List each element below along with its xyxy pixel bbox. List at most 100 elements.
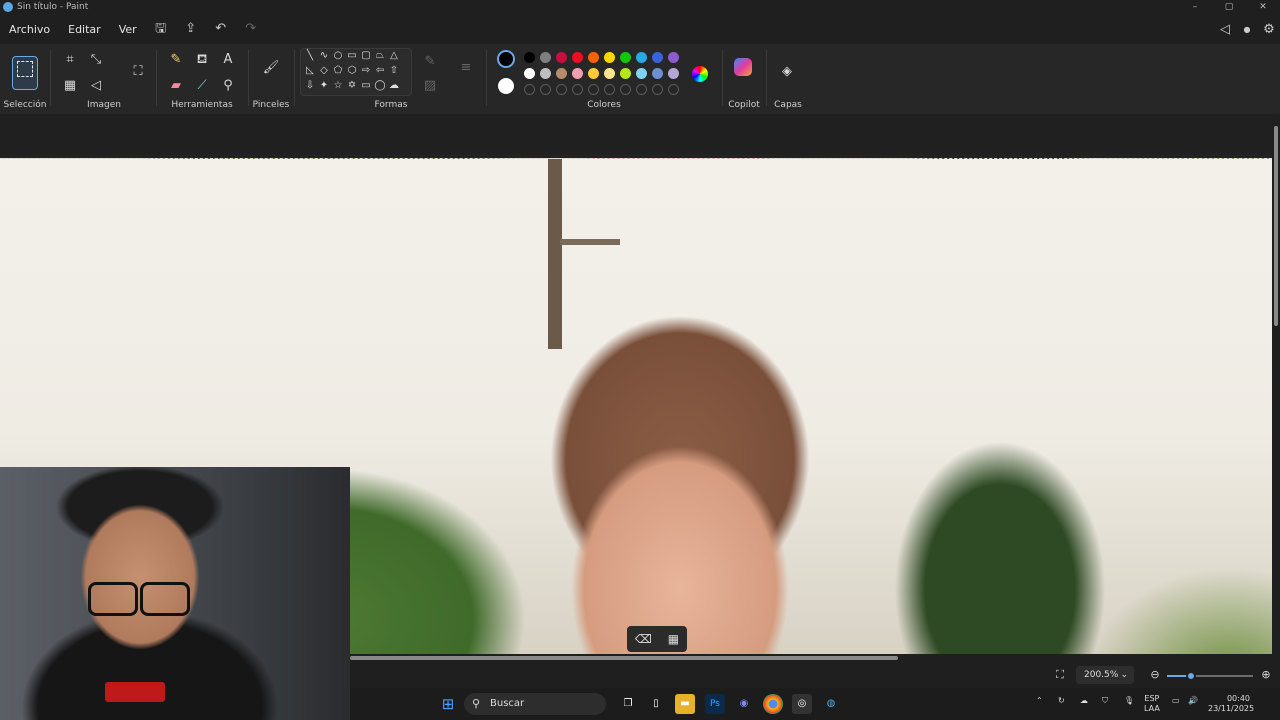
color-swatch[interactable]: [572, 68, 583, 79]
security-icon[interactable]: ⛉: [1102, 696, 1108, 706]
edit-colors-icon[interactable]: [692, 66, 708, 82]
color-swatch[interactable]: [652, 52, 663, 63]
copilot-icon[interactable]: [734, 58, 752, 76]
zoom-in-icon[interactable]: ⊕: [1256, 665, 1276, 685]
zoom-out-icon[interactable]: ⊖: [1145, 665, 1165, 685]
text-icon[interactable]: A: [218, 50, 238, 70]
zoom-slider[interactable]: [1167, 671, 1253, 681]
fill-bucket-icon[interactable]: ⛾: [192, 50, 212, 70]
custom-color-slot[interactable]: [588, 84, 599, 95]
rectangle-shape-icon[interactable]: ▭: [345, 49, 359, 63]
task-view-icon[interactable]: ❐: [618, 694, 638, 714]
menu-ver[interactable]: Ver: [110, 23, 146, 36]
custom-color-slot[interactable]: [636, 84, 647, 95]
horizontal-scrollbar[interactable]: [350, 654, 1272, 662]
triangle-shape-icon[interactable]: △: [387, 49, 401, 63]
fit-to-window-icon[interactable]: ⛶: [1050, 665, 1070, 685]
color-swatch[interactable]: [588, 68, 599, 79]
color-swatch[interactable]: [636, 52, 647, 63]
shape-fill-icon[interactable]: ▨: [420, 76, 440, 96]
horizontal-scroll-thumb[interactable]: [350, 656, 898, 660]
zoom-dropdown[interactable]: 200.5% ⌄: [1076, 666, 1134, 684]
share-icon[interactable]: ⇪: [182, 20, 200, 38]
stroke-size-icon[interactable]: ≡: [456, 58, 476, 78]
down-arrow-shape-icon[interactable]: ⇩: [303, 79, 317, 93]
shape-outline-icon[interactable]: ✎: [420, 52, 440, 72]
four-point-star-shape-icon[interactable]: ✦: [317, 79, 331, 93]
menu-editar[interactable]: Editar: [59, 23, 110, 36]
remove-background-icon[interactable]: ▦: [60, 76, 80, 96]
oval-callout-shape-icon[interactable]: ◯: [373, 79, 387, 93]
taskbar-search[interactable]: ⚲ Buscar: [464, 693, 606, 715]
resize-icon[interactable]: ⤡: [86, 50, 106, 70]
up-arrow-shape-icon[interactable]: ⇧: [387, 64, 401, 78]
right-triangle-shape-icon[interactable]: ◺: [303, 64, 317, 78]
chrome-icon[interactable]: [763, 694, 783, 714]
color-swatch[interactable]: [604, 68, 615, 79]
layers-icon[interactable]: ◈: [777, 62, 797, 82]
rotate-icon[interactable]: ◁: [86, 76, 106, 96]
save-icon[interactable]: 🖫: [152, 20, 170, 38]
redo-icon[interactable]: ↷: [242, 20, 260, 38]
app-pinned-icon[interactable]: ▯: [646, 694, 666, 714]
remove-background-icon[interactable]: ▦: [668, 632, 679, 646]
color-swatch[interactable]: [540, 68, 551, 79]
rectangle-selection-button[interactable]: [12, 56, 38, 90]
rounded-rect-shape-icon[interactable]: ▢: [359, 49, 373, 63]
color-swatch[interactable]: [668, 68, 679, 79]
custom-color-slot[interactable]: [620, 84, 631, 95]
color-swatch[interactable]: [652, 68, 663, 79]
color-swatch[interactable]: [572, 52, 583, 63]
color-swatch[interactable]: [540, 52, 551, 63]
color-swatch[interactable]: [604, 52, 615, 63]
close-button[interactable]: ✕: [1246, 0, 1280, 14]
file-explorer-icon[interactable]: ▬: [675, 694, 695, 714]
color-swatch[interactable]: [524, 52, 535, 63]
custom-color-slot[interactable]: [572, 84, 583, 95]
settings-gear-icon[interactable]: ⚙: [1258, 22, 1280, 37]
rounded-callout-shape-icon[interactable]: ▭: [359, 79, 373, 93]
eraser-icon[interactable]: ▰: [166, 76, 186, 96]
shapes-gallery[interactable]: ╲ ∿ ○ ▭ ▢ ⏢ △ ◺ ◇ ⬠ ⬡ ⇨ ⇦ ⇧ ⇩ ✦ ☆ ✡ ▭ ◯ …: [300, 48, 412, 96]
pencil-icon[interactable]: ✎: [166, 50, 186, 70]
vertical-scrollbar[interactable]: [1272, 116, 1280, 656]
discord-icon[interactable]: ◉: [734, 694, 754, 714]
right-arrow-shape-icon[interactable]: ⇨: [359, 64, 373, 78]
onedrive-icon[interactable]: ☁: [1080, 696, 1088, 705]
oval-shape-icon[interactable]: ○: [331, 49, 345, 63]
color-swatch[interactable]: [636, 68, 647, 79]
volume-icon[interactable]: 🔊: [1188, 696, 1198, 705]
custom-color-slot[interactable]: [668, 84, 679, 95]
color-swatch[interactable]: [588, 52, 599, 63]
maximize-button[interactable]: ▢: [1212, 0, 1246, 14]
microphone-icon[interactable]: 🎙: [1124, 696, 1134, 705]
diamond-shape-icon[interactable]: ◇: [317, 64, 331, 78]
brush-icon[interactable]: 🖌: [261, 58, 281, 78]
color-swatch[interactable]: [620, 68, 631, 79]
custom-color-slot[interactable]: [556, 84, 567, 95]
custom-color-slot[interactable]: [524, 84, 535, 95]
color-swatch[interactable]: [556, 68, 567, 79]
account-icon[interactable]: ●: [1236, 25, 1258, 34]
line-shape-icon[interactable]: ╲: [303, 49, 317, 63]
curve-shape-icon[interactable]: ∿: [317, 49, 331, 63]
zoom-slider-thumb[interactable]: [1186, 671, 1197, 681]
chevron-up-icon[interactable]: ⌃: [1036, 696, 1043, 705]
image-generator-icon[interactable]: ⛶: [128, 62, 148, 82]
minimize-button[interactable]: –: [1178, 0, 1212, 14]
five-point-star-shape-icon[interactable]: ☆: [331, 79, 345, 93]
color-swatch[interactable]: [668, 52, 679, 63]
menu-archivo[interactable]: Archivo: [0, 23, 59, 36]
custom-color-slot[interactable]: [652, 84, 663, 95]
share-feedback-icon[interactable]: ◁: [1214, 22, 1236, 37]
obs-icon[interactable]: ◎: [792, 694, 812, 714]
polygon-shape-icon[interactable]: ⏢: [373, 49, 387, 63]
vertical-scroll-thumb[interactable]: [1274, 126, 1278, 326]
photoshop-icon[interactable]: Ps: [705, 694, 725, 714]
color-swatch[interactable]: [524, 68, 535, 79]
custom-color-slot[interactable]: [540, 84, 551, 95]
color-swatch[interactable]: [556, 52, 567, 63]
sync-icon[interactable]: ↻: [1058, 696, 1065, 705]
clock[interactable]: 00:40 23/11/2025: [1208, 694, 1254, 714]
paint-taskbar-icon[interactable]: ◍: [821, 694, 841, 714]
